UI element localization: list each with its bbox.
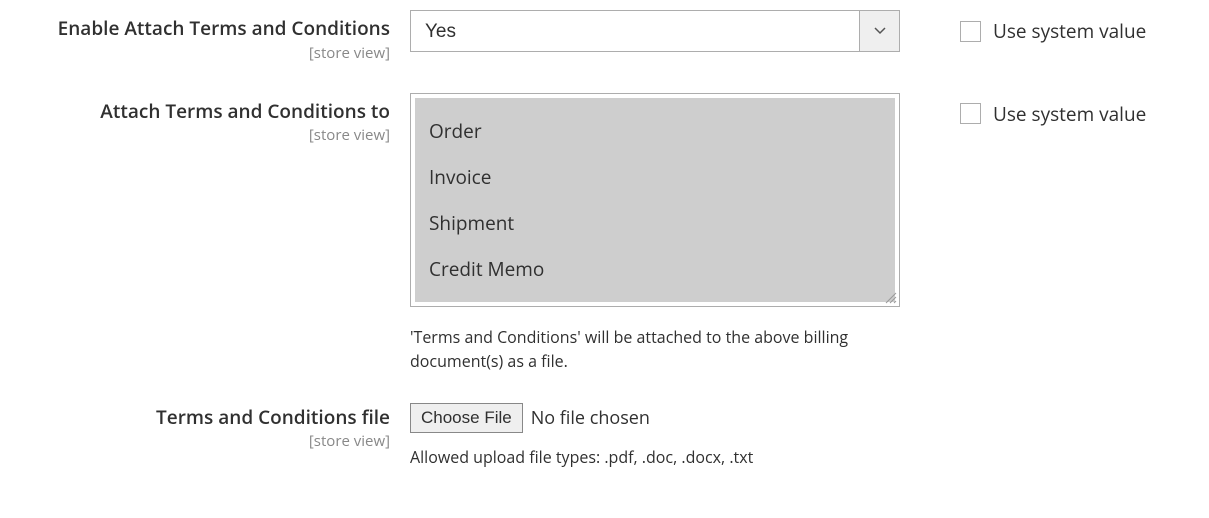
choose-file-button[interactable]: Choose File: [410, 403, 523, 433]
enable-attach-select[interactable]: Yes: [410, 10, 900, 52]
scope-label: [store view]: [0, 431, 390, 451]
admin-config-form: Enable Attach Terms and Conditions [stor…: [0, 10, 1209, 469]
file-label: Terms and Conditions file: [0, 405, 390, 430]
system-value-column: Use system value: [900, 93, 1146, 127]
row-file: Terms and Conditions file [store view] C…: [0, 403, 1209, 469]
attach-to-label: Attach Terms and Conditions to: [0, 99, 390, 124]
label-column: Enable Attach Terms and Conditions [stor…: [0, 10, 410, 63]
scope-label: [store view]: [0, 125, 390, 145]
row-enable-attach: Enable Attach Terms and Conditions [stor…: [0, 10, 1209, 63]
input-column: Yes: [410, 10, 900, 52]
use-system-value-checkbox[interactable]: [960, 103, 981, 124]
file-input-wrapper: Choose File No file chosen: [410, 403, 900, 433]
input-column: Order Invoice Shipment Credit Memo 'Term…: [410, 93, 900, 373]
input-column: Choose File No file chosen Allowed uploa…: [410, 403, 900, 469]
attach-to-multiselect[interactable]: Order Invoice Shipment Credit Memo: [410, 93, 900, 307]
scope-label: [store view]: [0, 43, 390, 63]
use-system-value-checkbox[interactable]: [960, 21, 981, 42]
row-attach-to: Attach Terms and Conditions to [store vi…: [0, 93, 1209, 373]
system-value-column: Use system value: [900, 10, 1146, 44]
attach-to-help-text: 'Terms and Conditions' will be attached …: [410, 325, 900, 373]
file-status-text: No file chosen: [531, 406, 650, 430]
label-column: Attach Terms and Conditions to [store vi…: [0, 93, 410, 146]
multiselect-option-invoice[interactable]: Invoice: [415, 154, 895, 200]
enable-attach-label: Enable Attach Terms and Conditions: [0, 16, 390, 41]
use-system-value-label[interactable]: Use system value: [993, 101, 1146, 127]
multiselect-option-order[interactable]: Order: [415, 108, 895, 154]
enable-attach-select-wrapper: Yes: [410, 10, 900, 52]
multiselect-option-shipment[interactable]: Shipment: [415, 200, 895, 246]
multiselect-inner: Order Invoice Shipment Credit Memo: [415, 98, 895, 302]
file-help-text: Allowed upload file types: .pdf, .doc, .…: [410, 445, 900, 469]
use-system-value-label[interactable]: Use system value: [993, 18, 1146, 44]
multiselect-option-credit-memo[interactable]: Credit Memo: [415, 246, 895, 292]
label-column: Terms and Conditions file [store view]: [0, 403, 410, 452]
